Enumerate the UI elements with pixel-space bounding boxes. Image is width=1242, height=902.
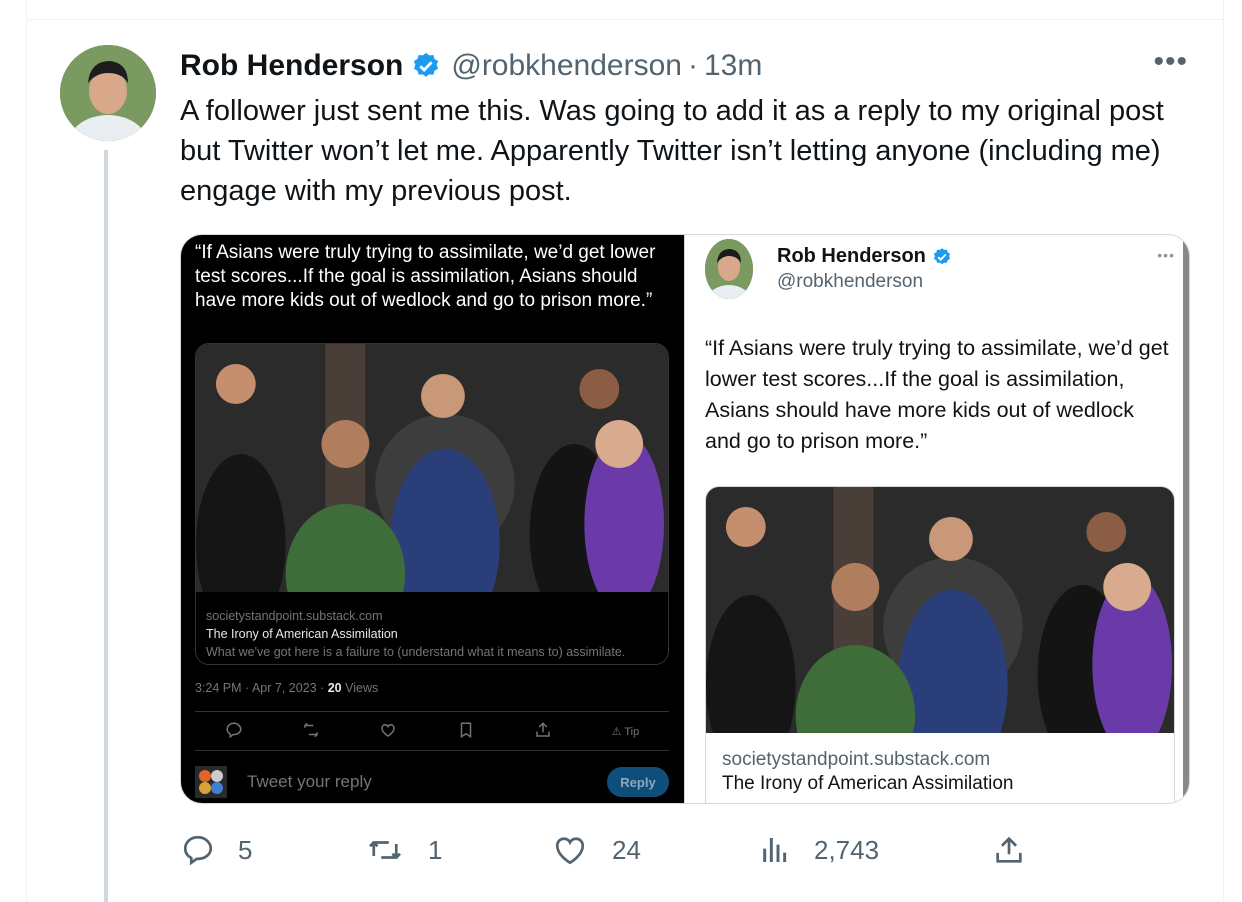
dark-views-count: 20 — [327, 681, 342, 695]
tweet-header: Rob Henderson @robkhenderson · 13m — [180, 46, 762, 86]
retweet-count: 1 — [428, 834, 443, 865]
light-verified-badge-icon — [932, 247, 952, 267]
verified-badge-icon — [411, 51, 441, 81]
author-handle[interactable]: @robkhenderson — [451, 49, 682, 83]
share-icon — [996, 836, 1022, 863]
dark-card-description: What we've got here is a failure to (und… — [206, 645, 626, 659]
dark-tweet-meta: 3:24 PM · Apr 7, 2023 · 20 Views — [195, 681, 378, 695]
retweet-icon — [302, 721, 320, 742]
reply-icon — [225, 721, 243, 742]
scrollbar — [1183, 235, 1189, 803]
dark-reply-button: Reply — [607, 767, 669, 797]
reply-count: 5 — [238, 834, 253, 865]
like-icon — [379, 721, 397, 742]
dark-reply-row: Tweet your reply Reply — [195, 765, 669, 799]
separator: · — [687, 49, 698, 82]
dark-reply-placeholder: Tweet your reply — [247, 772, 372, 791]
light-author-handle: @robkhenderson — [777, 271, 924, 292]
light-screenshot-panel: Rob Henderson @robkhenderson ••• “If Asi… — [684, 235, 1189, 803]
thread-line — [104, 150, 108, 902]
divider — [26, 19, 1224, 20]
tip-icon: ⚠ — [611, 725, 622, 738]
reply-button[interactable]: 5 — [180, 828, 252, 872]
retweet-icon — [369, 841, 401, 859]
share-button[interactable] — [992, 828, 1026, 872]
dark-action-bar: ⚠ Tip — [195, 711, 669, 751]
author-name[interactable]: Rob Henderson — [180, 49, 403, 83]
tweet-text: A follower just sent me this. Was going … — [180, 95, 1164, 207]
views-count: 2,743 — [814, 834, 880, 865]
more-options-icon[interactable]: ••• — [1153, 47, 1188, 77]
attached-image[interactable]: “If Asians were truly trying to assimila… — [180, 234, 1190, 804]
like-button[interactable]: 24 — [552, 828, 641, 872]
light-link-card: societystandpoint.substack.com The Irony… — [705, 486, 1175, 803]
light-video-still-image — [706, 487, 1174, 785]
dark-quote-text: “If Asians were truly trying to assimila… — [195, 242, 656, 311]
tip-button: ⚠ Tip — [612, 725, 640, 738]
tip-label: Tip — [624, 725, 640, 738]
light-card-title: The Irony of American Assimilation — [722, 773, 1014, 794]
video-still-image — [196, 344, 668, 644]
light-more-icon: ••• — [1157, 247, 1175, 263]
light-avatar — [705, 239, 753, 299]
avatar[interactable] — [60, 45, 156, 141]
like-icon — [555, 837, 585, 865]
light-author-name: Rob Henderson — [777, 245, 952, 268]
reply-avatar — [195, 766, 227, 798]
dark-meta-time: 3:24 PM · Apr 7, 2023 · — [195, 681, 328, 695]
tweet-action-bar: 5 1 24 2,743 — [180, 828, 1040, 872]
light-quote-text: “If Asians were truly trying to assimila… — [705, 336, 1169, 453]
bookmark-icon — [457, 721, 475, 742]
dark-card-title: The Irony of American Assimilation — [206, 627, 398, 641]
timestamp[interactable]: 13m — [704, 49, 762, 83]
light-author-name-text: Rob Henderson — [777, 245, 926, 267]
light-card-domain: societystandpoint.substack.com — [722, 749, 991, 770]
dark-views-label: Views — [341, 681, 379, 695]
reply-icon — [183, 835, 213, 866]
dark-link-card: societystandpoint.substack.com The Irony… — [195, 343, 669, 665]
retweet-button[interactable]: 1 — [366, 828, 442, 872]
views-button[interactable]: 2,743 — [758, 828, 879, 872]
dark-screenshot-panel: “If Asians were truly trying to assimila… — [181, 235, 684, 803]
analytics-icon — [763, 838, 787, 862]
dark-card-domain: societystandpoint.substack.com — [206, 609, 383, 623]
like-count: 24 — [612, 834, 641, 865]
share-icon — [534, 721, 552, 742]
